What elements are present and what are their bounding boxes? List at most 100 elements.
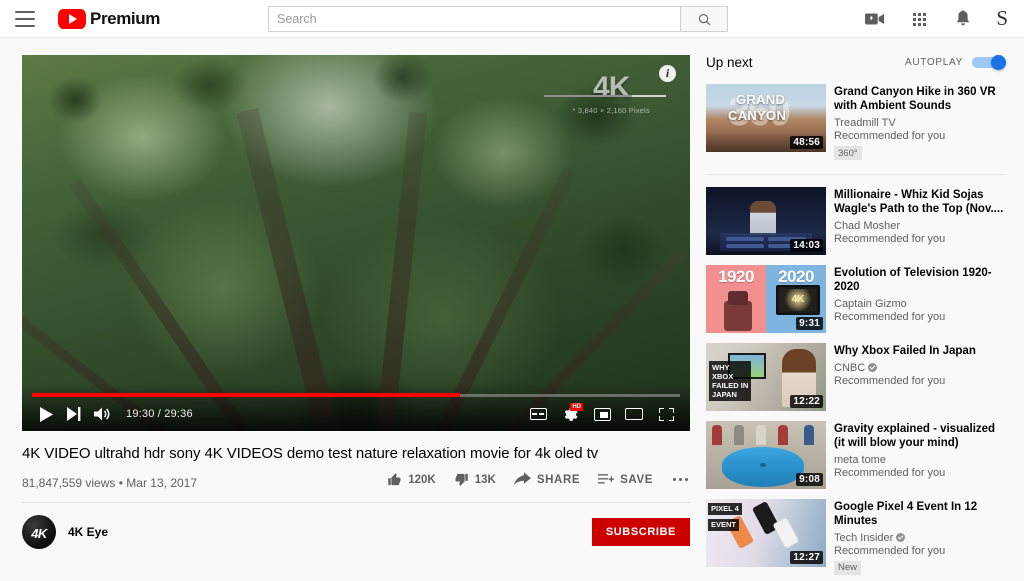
play-icon[interactable] — [32, 400, 60, 428]
up-next-list: 360GRANDCANYON48:56Grand Canyon Hike in … — [706, 80, 1006, 581]
share-icon — [514, 472, 531, 487]
list-item-title[interactable]: Millionaire - Whiz Kid Sojas Wagle's Pat… — [834, 188, 1006, 216]
list-item-channel[interactable]: Captain Gizmo — [834, 298, 1006, 310]
autoplay-control: AUTOPLAY — [905, 56, 1006, 69]
thumb-figure — [804, 425, 814, 445]
thumb-figure — [778, 425, 788, 445]
thumb-figure — [756, 425, 766, 445]
theater-mode-icon[interactable] — [620, 400, 648, 428]
list-item-title[interactable]: Google Pixel 4 Event In 12 Minutes — [834, 500, 1006, 528]
masthead-right: S — [864, 0, 1008, 38]
like-button[interactable]: 120K — [387, 472, 436, 487]
settings-icon[interactable]: HD — [556, 400, 584, 428]
apps-grid-dots — [913, 13, 926, 26]
thumb-left-half: 1920 — [706, 265, 766, 333]
duration-badge: 48:56 — [790, 136, 823, 149]
video-thumbnail[interactable]: 192020204K9:31 — [706, 265, 826, 333]
list-item[interactable]: 9:08 Gravity explained - visualized (it w… — [706, 417, 1006, 495]
theater-box — [625, 408, 643, 420]
video-info-button[interactable]: i — [659, 65, 676, 82]
save-to-playlist-icon — [598, 472, 614, 487]
share-button[interactable]: SHARE — [514, 472, 580, 487]
thumb-figure — [734, 425, 744, 445]
thumb-text-line2: CANYON — [728, 108, 786, 123]
thumb-year-old: 1920 — [706, 267, 766, 287]
autoplay-label: AUTOPLAY — [905, 57, 963, 68]
create-video-icon[interactable] — [864, 8, 886, 30]
miniplayer-icon[interactable] — [588, 400, 616, 428]
search-icon — [697, 12, 712, 27]
list-item[interactable]: 360GRANDCANYON48:56Grand Canyon Hike in … — [706, 80, 1006, 175]
meta-separator: • — [119, 476, 123, 490]
video-player[interactable]: 4K * 3,840 × 2,160 Pixels i — [22, 55, 690, 431]
duration-badge: 12:22 — [790, 395, 823, 408]
video-thumbnail[interactable]: WHYXBOXFAILED INJAPAN 12:22 — [706, 343, 826, 411]
duration-badge: 14:03 — [790, 239, 823, 252]
apps-grid-icon[interactable] — [908, 8, 930, 30]
channel-name-text: meta tome — [834, 454, 886, 466]
thumb-text-line1: GRAND — [736, 92, 785, 107]
hd-badge: HD — [570, 403, 583, 411]
list-item-title[interactable]: Evolution of Television 1920-2020 — [834, 266, 1006, 294]
list-item[interactable]: 192020204K9:31Evolution of Television 19… — [706, 261, 1006, 339]
autoplay-toggle[interactable] — [972, 56, 1006, 69]
search-area — [268, 6, 728, 32]
video-thumbnail[interactable]: 14:03 — [706, 187, 826, 255]
search-input[interactable] — [268, 6, 680, 32]
thumb-new-tv: 4K — [776, 285, 820, 315]
thumb-caption: WHYXBOXFAILED INJAPAN — [709, 361, 751, 401]
avatar[interactable]: S — [996, 8, 1008, 31]
save-button[interactable]: SAVE — [598, 472, 653, 487]
fullscreen-icon[interactable] — [652, 400, 680, 428]
publish-date: Mar 13, 2017 — [126, 476, 197, 490]
list-item-text: Millionaire - Whiz Kid Sojas Wagle's Pat… — [834, 187, 1006, 255]
list-item-text: Why Xbox Failed In JapanCNBCRecommended … — [834, 343, 1006, 411]
verified-badge-icon — [896, 533, 905, 542]
list-item-channel[interactable]: CNBC — [834, 362, 1006, 374]
search-button[interactable] — [680, 6, 728, 32]
video-thumbnail[interactable]: 9:08 — [706, 421, 826, 489]
like-ratio-fill — [544, 95, 632, 97]
list-item-text: Grand Canyon Hike in 360 VR with Ambient… — [834, 84, 1006, 161]
next-video-icon[interactable] — [60, 400, 88, 428]
video-meta-row: 81,847,559 views • Mar 13, 2017 120K 13K — [22, 472, 690, 503]
dislike-button[interactable]: 13K — [454, 472, 496, 487]
list-item-channel[interactable]: meta tome — [834, 454, 1006, 466]
list-item[interactable]: PIXEL 4EVENT12:27 Google Pixel 4 Event In… — [706, 495, 1006, 581]
channel-name-text: Captain Gizmo — [834, 298, 907, 310]
hamburger-menu-icon[interactable] — [14, 11, 36, 27]
like-ratio-bar — [544, 95, 666, 97]
channel-name-text: Treadmill TV — [834, 117, 896, 129]
channel-avatar[interactable]: 4K — [22, 515, 56, 549]
thumbs-up-icon — [387, 472, 402, 487]
channel-name[interactable]: 4K Eye — [68, 525, 108, 539]
youtube-play-icon — [58, 9, 86, 29]
list-item-title[interactable]: Gravity explained - visualized (it will … — [834, 422, 1006, 450]
list-item-channel[interactable]: Tech Insider — [834, 532, 1006, 544]
video-thumbnail[interactable]: PIXEL 4EVENT12:27 — [706, 499, 826, 567]
list-item[interactable]: WHYXBOXFAILED INJAPAN 12:22 Why Xbox Faile… — [706, 339, 1006, 417]
list-item-title[interactable]: Why Xbox Failed In Japan — [834, 344, 1006, 358]
notifications-icon[interactable] — [952, 8, 974, 30]
masthead: Premium — [0, 0, 1024, 38]
duration-badge: 9:31 — [796, 317, 823, 330]
list-item-meta: Recommended for you — [834, 467, 1006, 479]
list-item-meta: Recommended for you — [834, 545, 1006, 557]
more-actions-icon[interactable] — [671, 474, 690, 485]
list-item[interactable]: 14:03 Millionaire - Whiz Kid Sojas Wagle'… — [706, 183, 1006, 261]
masthead-left: Premium — [0, 9, 160, 29]
fullscreen-corners — [659, 408, 674, 421]
subscribe-button[interactable]: SUBSCRIBE — [592, 518, 690, 546]
captions-icon[interactable] — [524, 400, 552, 428]
youtube-premium-logo[interactable]: Premium — [58, 9, 160, 29]
up-next-header: Up next AUTOPLAY — [706, 55, 1006, 70]
thumb-figure — [750, 201, 776, 235]
player-right-controls: HD — [524, 400, 680, 428]
duration-badge: 9:08 — [796, 473, 823, 486]
list-item-channel[interactable]: Treadmill TV — [834, 117, 1006, 129]
video-thumbnail[interactable]: 360GRANDCANYON48:56 — [706, 84, 826, 152]
volume-icon[interactable] — [88, 400, 116, 428]
toggle-knob — [991, 55, 1006, 70]
list-item-title[interactable]: Grand Canyon Hike in 360 VR with Ambient… — [834, 85, 1006, 113]
list-item-channel[interactable]: Chad Mosher — [834, 220, 1006, 232]
